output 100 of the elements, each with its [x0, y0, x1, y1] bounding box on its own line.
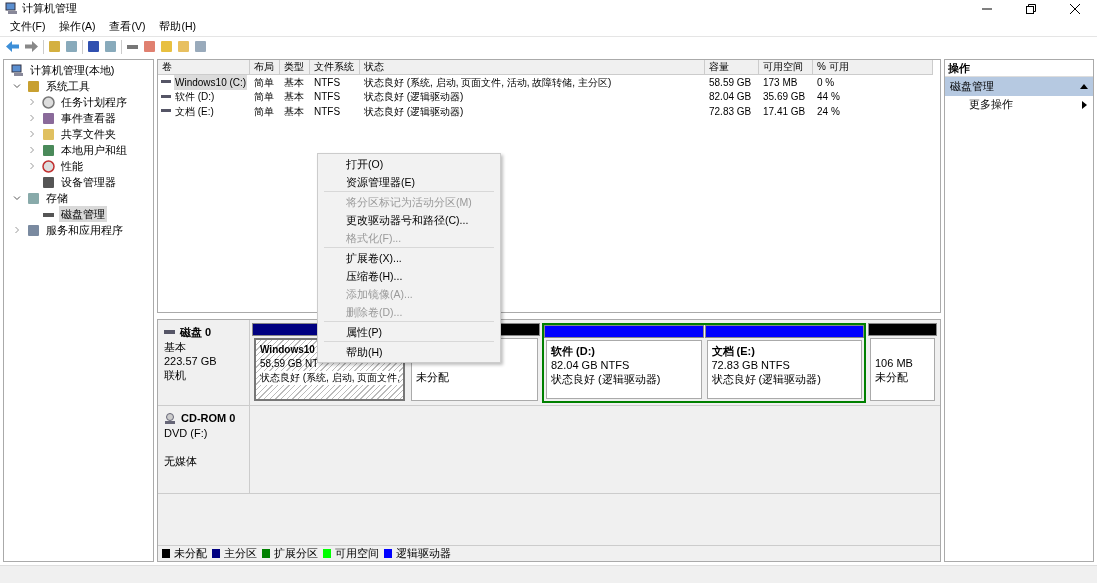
disk-info: 联机 [164, 368, 187, 382]
legend-label: 可用空间 [335, 545, 379, 561]
legend-label: 逻辑驱动器 [396, 545, 451, 561]
column-header[interactable]: 可用空间 [759, 60, 813, 75]
table-cell-text: 17.41 GB [762, 104, 807, 119]
disk-info: 223.57 GB [164, 354, 218, 368]
disk-label-card[interactable]: 磁盘 0 基本 223.57 GB 联机 [158, 320, 250, 405]
table-cell-text: 基本 [283, 104, 305, 119]
actions-section-header[interactable]: 磁盘管理 [945, 77, 1093, 96]
expand-chevron-icon[interactable] [28, 162, 36, 170]
menu-item[interactable]: 帮助(H) [159, 18, 196, 35]
partition-size: 82.04 GB NTFS [551, 359, 630, 371]
action-link[interactable]: 更多操作 [945, 96, 1093, 114]
disk-name: CD-ROM 0 [181, 411, 236, 425]
table-cell-text: 基本 [283, 75, 305, 90]
menu-item[interactable]: 操作(A) [59, 18, 96, 35]
column-header[interactable]: 文件系统 [310, 60, 360, 75]
partition-status: 未分配 [416, 370, 450, 384]
table-cell-text: 58.59 GB [708, 75, 753, 90]
partition-name: 文档 (E:) [711, 345, 755, 357]
tree-item[interactable]: 服务和应用程序 [44, 221, 125, 239]
legend-label: 主分区 [224, 545, 257, 561]
tree-item[interactable]: 计算机管理(本地) [28, 61, 117, 79]
legend-label: 未分配 [174, 545, 207, 561]
partition-name: 软件 (D:) [551, 345, 595, 357]
disk-label-card[interactable]: CD-ROM 0 DVD (F:) 无媒体 [158, 406, 250, 493]
partition-status: 状态良好 (逻辑驱动器) [711, 372, 822, 386]
expand-chevron-icon[interactable] [28, 146, 36, 154]
legend-label: 扩展分区 [274, 545, 318, 561]
app-icon [5, 2, 18, 15]
tree-item[interactable]: 本地用户和组 [59, 141, 129, 159]
table-cell-text: 状态良好 (逻辑驱动器) [363, 104, 465, 119]
tree-item[interactable]: 系统工具 [44, 77, 92, 95]
table-cell-text: 72.83 GB [708, 104, 753, 119]
volume-name-cell[interactable]: 文档 (E:) [174, 103, 215, 119]
column-header[interactable]: 容量 [705, 60, 759, 75]
tree-item[interactable]: 性能 [59, 157, 85, 175]
table-cell-text: 状态良好 (逻辑驱动器) [363, 90, 465, 105]
tree-item[interactable]: 任务计划程序 [59, 93, 129, 111]
context-menu-item[interactable]: 压缩卷(H)... [324, 267, 494, 285]
table-cell-text: 35.69 GB [762, 90, 807, 105]
expand-chevron-icon[interactable] [28, 98, 36, 106]
context-menu-item[interactable]: 扩展卷(X)... [324, 249, 494, 267]
table-cell-text: NTFS [313, 104, 342, 119]
partition-block[interactable]: 106 MB 未分配 [870, 338, 935, 401]
context-menu-item[interactable]: 属性(P) [324, 323, 494, 341]
menu-item[interactable]: 文件(F) [10, 18, 46, 35]
partition-status: 状态良好 (逻辑驱动器) [551, 372, 662, 386]
collapse-chevron-icon[interactable] [13, 194, 21, 202]
context-menu-item[interactable]: 更改驱动器号和路径(C)... [324, 211, 494, 229]
disk-info: DVD (F:) [164, 426, 209, 440]
computer-icon [11, 63, 24, 77]
partition-name: Windows10 [260, 344, 315, 355]
disc-icon [164, 412, 176, 424]
close-icon [1070, 3, 1080, 14]
tree-item[interactable]: 设备管理器 [59, 173, 118, 191]
table-cell-text: 24 % [816, 104, 841, 119]
partition-status: 未分配 [875, 370, 909, 384]
submenu-arrow-icon [1082, 101, 1087, 109]
table-cell-text: 状态良好 (系统, 启动, 页面文件, 活动, 故障转储, 主分区) [363, 75, 613, 90]
table-cell-text: 简单 [253, 104, 275, 119]
disk-info: 无媒体 [164, 454, 198, 468]
disk-name: 磁盘 0 [180, 325, 212, 339]
volume-name-cell[interactable]: 软件 (D:) [174, 89, 216, 105]
expand-chevron-icon[interactable] [13, 226, 21, 234]
table-cell-text: 82.04 GB [708, 90, 753, 105]
table-cell-text: 44 % [816, 90, 841, 105]
column-header[interactable]: 类型 [280, 60, 310, 75]
table-cell-text: NTFS [313, 90, 342, 105]
table-cell-text: NTFS [313, 75, 342, 90]
table-cell-text: 简单 [253, 75, 275, 90]
window-title: 计算机管理 [22, 1, 77, 17]
column-header[interactable]: % 可用 [813, 60, 933, 75]
context-menu-item[interactable]: 帮助(H) [324, 343, 494, 361]
column-header[interactable]: 状态 [360, 60, 705, 75]
tree-item[interactable]: 磁盘管理 [59, 205, 107, 223]
tree-item[interactable]: 共享文件夹 [59, 125, 118, 143]
partition-size: 72.83 GB NTFS [711, 359, 790, 371]
partition-block[interactable]: 软件 (D:) 82.04 GB NTFS 状态良好 (逻辑驱动器) [546, 340, 702, 399]
partition-size: 58.59 GB NT [260, 358, 319, 369]
restore-icon [1026, 3, 1036, 14]
partition-block[interactable]: 文档 (E:) 72.83 GB NTFS 状态良好 (逻辑驱动器) [706, 340, 862, 399]
tree-item[interactable]: 存储 [44, 189, 70, 207]
context-menu-item[interactable]: 资源管理器(E) [324, 173, 494, 191]
table-cell-text: 0 % [816, 75, 836, 90]
partition-status: 状态良好 (系统, 启动, 页面文件, [260, 371, 399, 385]
back-arrow-icon[interactable] [5, 40, 20, 53]
collapse-chevron-icon[interactable] [13, 82, 21, 90]
context-menu-item[interactable]: 打开(O) [324, 155, 494, 173]
table-cell-text: 基本 [283, 90, 305, 105]
menu-item[interactable]: 查看(V) [109, 18, 146, 35]
expand-chevron-icon[interactable] [28, 114, 36, 122]
tree-item[interactable]: 事件查看器 [59, 109, 118, 127]
column-header[interactable]: 布局 [250, 60, 280, 75]
expand-chevron-icon[interactable] [28, 130, 36, 138]
forward-arrow-icon[interactable] [24, 40, 39, 53]
collapse-caret-icon [1080, 84, 1088, 89]
table-cell-text: 简单 [253, 90, 275, 105]
column-header[interactable]: 卷 [158, 60, 250, 75]
partition-size: 106 MB [875, 357, 913, 369]
